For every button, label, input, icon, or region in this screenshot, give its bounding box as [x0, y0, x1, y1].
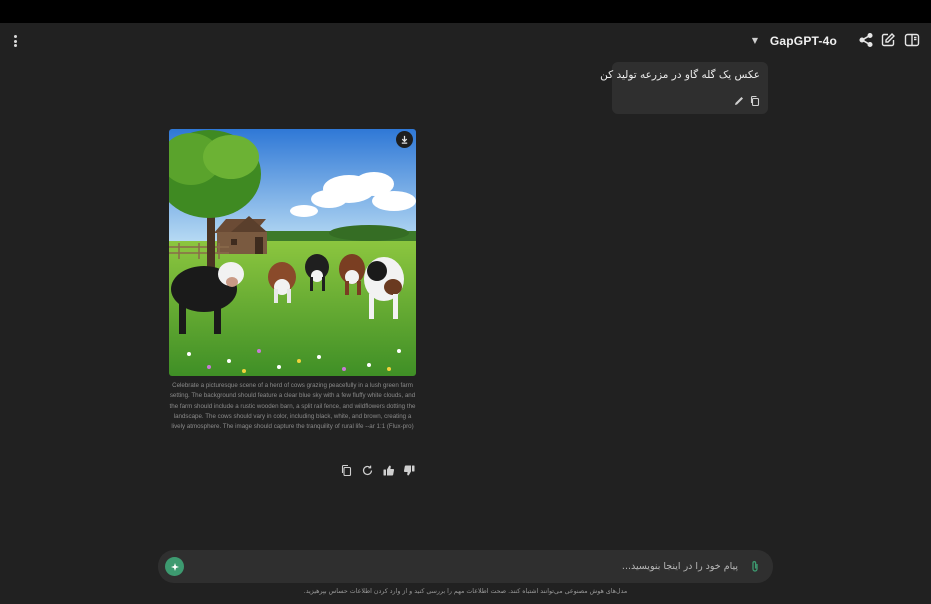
paperclip-icon[interactable] — [749, 560, 761, 573]
regenerate-icon[interactable] — [361, 464, 374, 477]
header: ▼ GapGPT-4o — [0, 23, 931, 59]
composer — [158, 550, 773, 583]
share-icon[interactable] — [858, 32, 874, 48]
chevron-down-icon: ▼ — [751, 36, 758, 45]
thumbs-up-icon[interactable] — [382, 464, 395, 477]
pencil-icon[interactable] — [733, 95, 745, 107]
send-button[interactable] — [165, 557, 184, 576]
message-input[interactable] — [198, 556, 738, 577]
message-actions — [340, 464, 416, 477]
user-message-text: عکس یک گله گاو در مزرعه تولید کن — [600, 69, 760, 81]
top-strip — [0, 0, 931, 23]
thumbs-down-icon[interactable] — [403, 464, 416, 477]
sidebar-icon[interactable] — [904, 32, 920, 48]
image-caption: Celebrate a picturesque scene of a herd … — [169, 382, 416, 431]
model-selector[interactable]: ▼ GapGPT-4o — [752, 31, 837, 51]
copy-icon[interactable] — [749, 95, 761, 107]
generated-image[interactable] — [169, 129, 416, 376]
more-vertical-icon[interactable] — [8, 32, 22, 50]
user-message: عکس یک گله گاو در مزرعه تولید کن — [600, 62, 768, 114]
copy-icon[interactable] — [340, 464, 353, 477]
edit-icon[interactable] — [880, 32, 896, 48]
download-icon[interactable] — [396, 131, 413, 148]
model-label: GapGPT-4o — [769, 34, 837, 48]
disclaimer: مدل‌های هوش مصنوعی می‌توانند اشتباه کنند… — [303, 588, 628, 595]
